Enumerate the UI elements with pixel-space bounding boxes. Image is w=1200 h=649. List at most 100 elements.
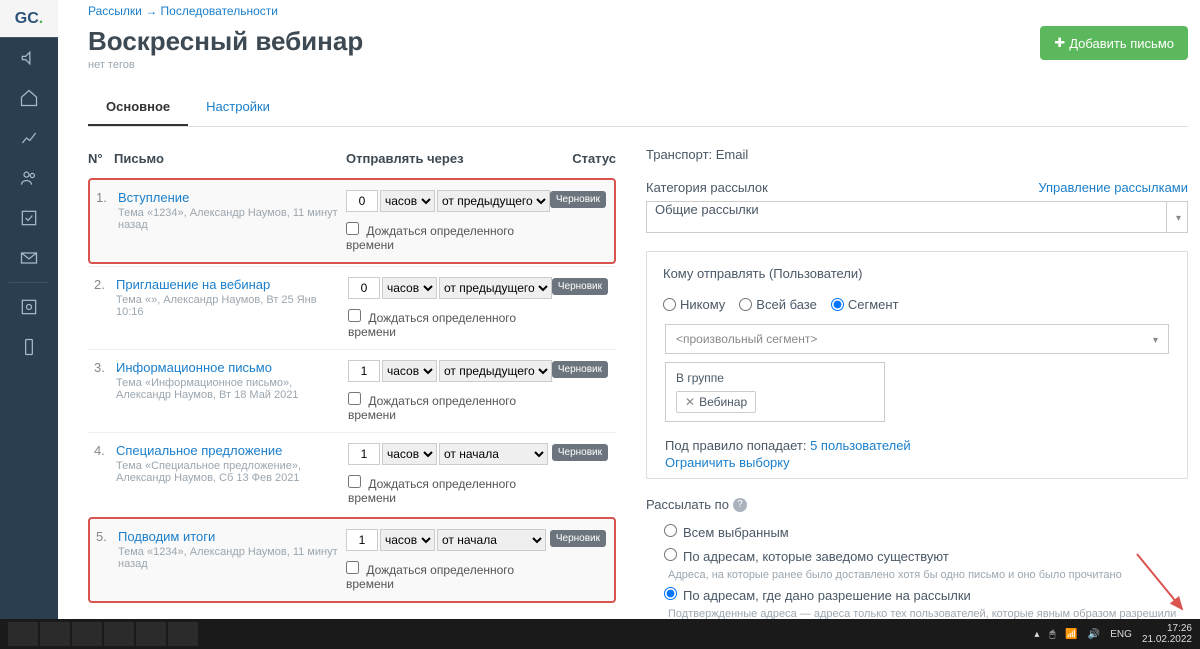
- breadcrumb-mailings[interactable]: Рассылки: [88, 4, 142, 18]
- taskbar-app-icon[interactable]: [72, 622, 102, 646]
- category-value: Общие рассылки: [655, 202, 759, 217]
- help-icon[interactable]: ?: [733, 498, 747, 512]
- letter-title-link[interactable]: Подводим итоги: [118, 529, 346, 544]
- radio-segment[interactable]: Сегмент: [831, 297, 899, 312]
- sendby-opt-permitted[interactable]: По адресам, где дано разрешение на рассы…: [646, 583, 1188, 607]
- in-group-label: В группе: [676, 371, 874, 385]
- wifi-icon[interactable]: 📶: [1065, 629, 1077, 640]
- group-box: В группе ✕ Вебинар: [665, 362, 885, 422]
- col-status: Статус: [546, 151, 616, 166]
- letters-table: N° Письмо Отправлять через Статус 1.Всту…: [88, 147, 616, 619]
- sound-tray-icon[interactable]: 🔊: [1088, 629, 1100, 640]
- letter-title-link[interactable]: Информационное письмо: [116, 360, 348, 375]
- letter-title-link[interactable]: Специальное предложение: [116, 443, 348, 458]
- tasks-icon[interactable]: [0, 198, 58, 238]
- row-number: 3.: [94, 360, 116, 422]
- chevron-down-icon: [1153, 332, 1158, 346]
- manage-mailings-link[interactable]: Управление рассылками: [1038, 180, 1188, 195]
- status-badge: Черновик: [550, 530, 606, 547]
- wait-checkbox-row[interactable]: Дождаться определенного времени: [346, 561, 546, 591]
- breadcrumb-sequences[interactable]: Последовательности: [161, 4, 278, 18]
- right-panel: Транспорт: Email Категория рассылок Упра…: [646, 147, 1188, 619]
- delay-input[interactable]: [348, 277, 380, 299]
- recipients-panel: Кому отправлять (Пользователи) Никому Вс…: [646, 251, 1188, 479]
- gear-icon[interactable]: [0, 287, 58, 327]
- row-number: 1.: [96, 190, 118, 252]
- taskbar-app-icon[interactable]: [136, 622, 166, 646]
- row-number: 5.: [96, 529, 118, 591]
- relative-select[interactable]: от начала: [439, 443, 548, 465]
- taskbar-app-icon[interactable]: [8, 622, 38, 646]
- delay-input[interactable]: [346, 529, 378, 551]
- sendby-opt2-hint: Адреса, на которые ранее было доставлено…: [668, 568, 1188, 583]
- send-by-block: Рассылать по ? Всем выбранным По адресам…: [646, 497, 1188, 619]
- letter-subtitle: Тема «Специальное предложение», Александ…: [116, 460, 346, 484]
- sendby-label: Рассылать по: [646, 497, 729, 512]
- tray-up-icon[interactable]: ▴: [1034, 629, 1039, 640]
- delay-input[interactable]: [348, 443, 380, 465]
- taskbar-app-icon[interactable]: [104, 622, 134, 646]
- home-icon[interactable]: [0, 78, 58, 118]
- transport-value: Email: [716, 147, 749, 162]
- row-number: 2.: [94, 277, 116, 339]
- page-title: Воскресный вебинар: [88, 26, 363, 57]
- radio-all[interactable]: Всей базе: [739, 297, 817, 312]
- wait-checkbox-row[interactable]: Дождаться определенного времени: [346, 222, 546, 252]
- phone-icon[interactable]: [0, 327, 58, 367]
- taskbar-app-icon[interactable]: [40, 622, 70, 646]
- wait-checkbox-row[interactable]: Дождаться определенного времени: [348, 475, 548, 505]
- delay-input[interactable]: [348, 360, 380, 382]
- limit-selection-link[interactable]: Ограничить выборку: [655, 455, 1179, 470]
- letter-subtitle: Тема «Информационное письмо», Александр …: [116, 377, 346, 401]
- unit-select[interactable]: часов: [382, 360, 437, 382]
- relative-select[interactable]: от начала: [437, 529, 546, 551]
- letter-subtitle: Тема «», Александр Наумов, Вт 25 Янв 10:…: [116, 294, 346, 318]
- col-letter: Письмо: [114, 151, 346, 166]
- table-row: 2.Приглашение на вебинар Тема «», Алексан…: [88, 266, 616, 349]
- tab-main[interactable]: Основное: [88, 89, 188, 126]
- delay-input[interactable]: [346, 190, 378, 212]
- unit-select[interactable]: часов: [382, 443, 437, 465]
- unit-select[interactable]: часов: [380, 529, 435, 551]
- unit-select[interactable]: часов: [382, 277, 437, 299]
- tab-settings[interactable]: Настройки: [188, 89, 288, 126]
- rule-count-link[interactable]: 5 пользователей: [810, 438, 911, 453]
- clock[interactable]: 17:26 21.02.2022: [1142, 623, 1192, 645]
- group-tag[interactable]: ✕ Вебинар: [676, 391, 756, 413]
- chevron-down-icon: [1176, 209, 1181, 224]
- table-row: 4.Специальное предложение Тема «Специальн…: [88, 432, 616, 515]
- unit-select[interactable]: часов: [380, 190, 435, 212]
- letter-title-link[interactable]: Вступление: [118, 190, 346, 205]
- row-number: 4.: [94, 443, 116, 505]
- sendby-opt-existing[interactable]: По адресам, которые заведомо существуют: [646, 544, 1188, 568]
- left-sidebar: GC.: [0, 0, 58, 619]
- wait-checkbox-row[interactable]: Дождаться определенного времени: [348, 309, 548, 339]
- radio-none[interactable]: Никому: [663, 297, 725, 312]
- chart-icon[interactable]: [0, 118, 58, 158]
- relative-select[interactable]: от предыдущего: [439, 277, 552, 299]
- relative-select[interactable]: от предыдущего: [439, 360, 552, 382]
- breadcrumb: Рассылки → Последовательности: [88, 4, 1188, 18]
- logo[interactable]: GC.: [0, 0, 58, 38]
- category-select[interactable]: Общие рассылки: [646, 201, 1188, 233]
- rule-label: Под правило попадает:: [665, 438, 806, 453]
- wait-checkbox-row[interactable]: Дождаться определенного времени: [348, 392, 548, 422]
- sendby-opt-all[interactable]: Всем выбранным: [646, 520, 1188, 544]
- taskbar-app-icon[interactable]: [168, 622, 198, 646]
- lang-indicator[interactable]: ENG: [1110, 629, 1132, 640]
- battery-icon[interactable]: 🖱: [1049, 629, 1055, 640]
- letter-subtitle: Тема «1234», Александр Наумов, 11 минут …: [118, 207, 346, 231]
- relative-select[interactable]: от предыдущего: [437, 190, 550, 212]
- add-letter-button[interactable]: ✚ Добавить письмо: [1040, 26, 1188, 60]
- recipients-label: Кому отправлять (Пользователи): [655, 260, 1179, 287]
- col-send: Отправлять через: [346, 151, 546, 166]
- status-badge: Черновик: [550, 191, 606, 208]
- sound-icon[interactable]: [0, 38, 58, 78]
- close-icon[interactable]: ✕: [685, 395, 695, 409]
- mail-icon[interactable]: [0, 238, 58, 278]
- users-icon[interactable]: [0, 158, 58, 198]
- segment-select[interactable]: <произвольный сегмент>: [665, 324, 1169, 354]
- category-label: Категория рассылок: [646, 180, 768, 195]
- letter-subtitle: Тема «1234», Александр Наумов, 11 минут …: [118, 546, 346, 570]
- letter-title-link[interactable]: Приглашение на вебинар: [116, 277, 348, 292]
